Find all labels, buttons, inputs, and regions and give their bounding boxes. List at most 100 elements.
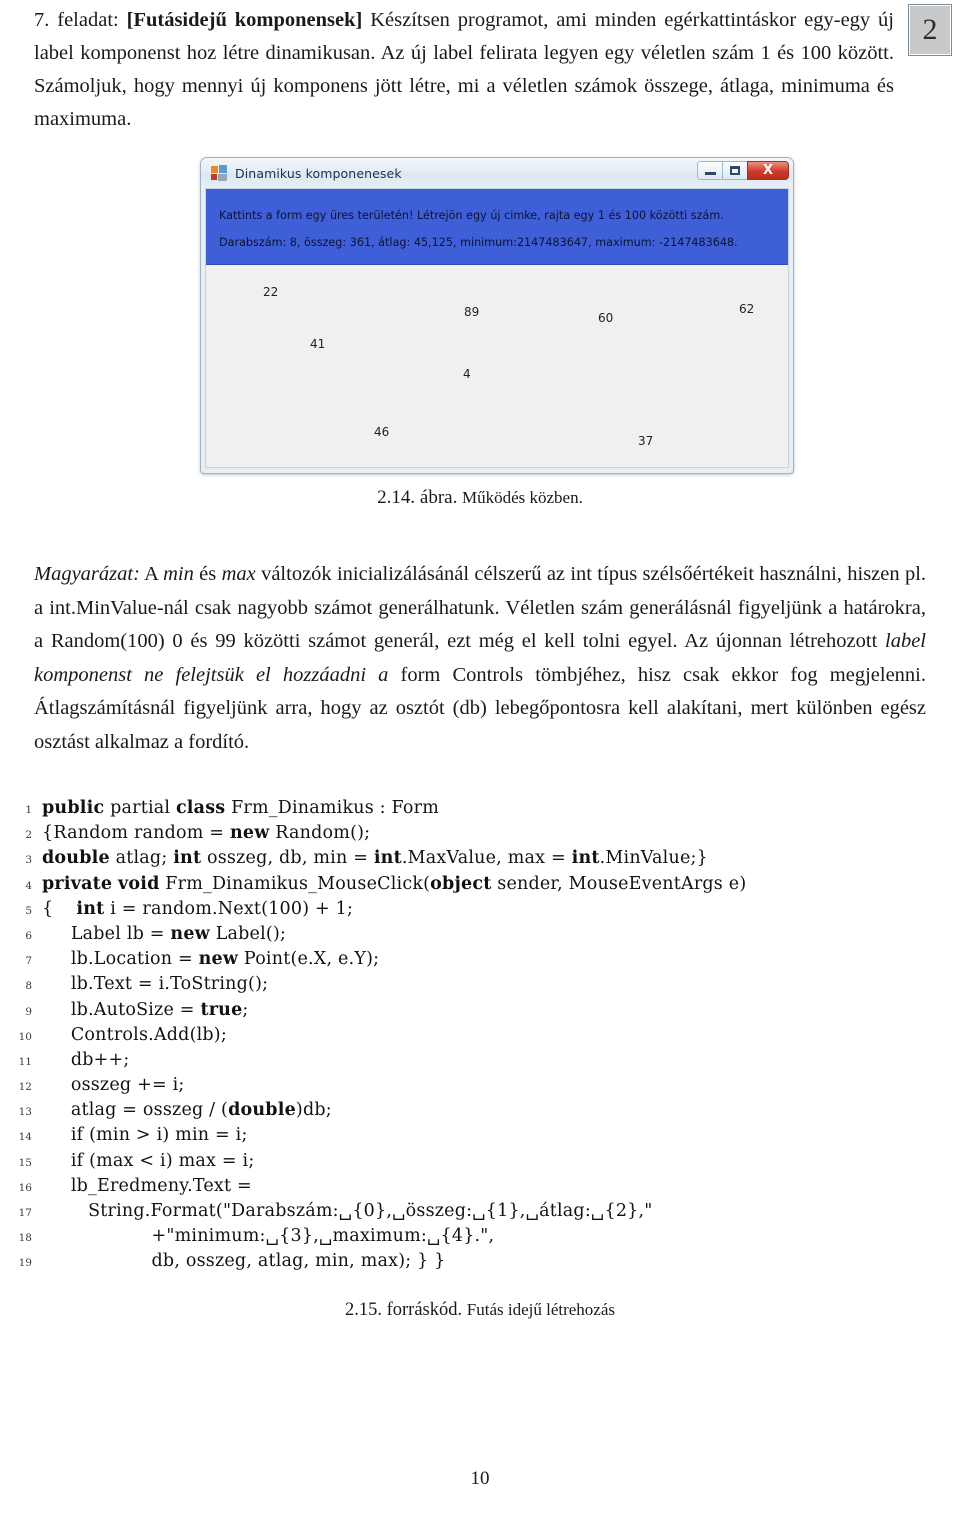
code-line-text: String.Format("Darabszám:␣{0},␣összeg:␣{…	[88, 1201, 653, 1221]
code-line-number: 5	[25, 904, 32, 917]
source-code-listing: 1 public partial class Frm_Dinamikus : Fo…	[0, 798, 960, 1277]
explanation-run: és	[193, 563, 222, 585]
window-titlebar[interactable]: Dinamikus komponenesek X	[201, 158, 793, 188]
code-line-number: 7	[25, 955, 32, 968]
code-line: 14 if (min > i) min = i;	[0, 1125, 960, 1150]
form-client-area[interactable]: Kattints a form egy üres területén! Létr…	[205, 188, 789, 468]
code-line-text: db, osszeg, atlag, min, max); } }	[151, 1251, 446, 1272]
code-line-number: 4	[25, 879, 32, 892]
dynamic-label: 60	[598, 311, 614, 325]
maximize-icon[interactable]	[722, 161, 748, 180]
code-line-text: double atlag; int osszeg, db, min = int.…	[42, 848, 708, 869]
dynamic-label-canvas[interactable]: 22 89 60 62 41 4 46 37	[206, 265, 788, 467]
window-title: Dinamikus komponenesek	[235, 165, 402, 181]
figure-caption-text: Működés közben.	[461, 488, 583, 507]
figure-caption: 2.14. ábra. Működés közben.	[0, 487, 960, 509]
code-line-text: db++;	[70, 1049, 130, 1070]
code-line: 18 +"minimum:␣{3},␣maximum:␣{4}.",	[0, 1226, 960, 1251]
statistics-text: Darabszám: 8, összeg: 361, átlag: 45,125…	[219, 236, 738, 249]
code-line-number: 3	[25, 854, 32, 867]
dynamic-label: 4	[463, 367, 471, 381]
chapter-number: 2	[922, 13, 938, 46]
code-line-number: 17	[18, 1207, 32, 1219]
code-line-text: lb.Text = i.ToString();	[70, 974, 269, 995]
page-number: 10	[470, 1468, 490, 1489]
code-line-number: 16	[18, 1181, 32, 1194]
explanation-run: min	[163, 563, 194, 585]
result-banner: Kattints a form egy üres területén! Létr…	[206, 189, 788, 265]
explanation-run: label	[885, 630, 926, 652]
code-line: 12 osszeg += i;	[0, 1075, 960, 1100]
code-line-number: 14	[18, 1131, 32, 1144]
code-line-number: 10	[18, 1030, 32, 1043]
code-line: 19 db, osszeg, atlag, min, max); } }	[0, 1251, 960, 1276]
code-line: 10 Controls.Add(lb);	[0, 1025, 960, 1050]
dynamic-label: 89	[464, 305, 480, 319]
code-line: 9 lb.AutoSize = true;	[0, 1000, 960, 1025]
code-line: 17 String.Format("Darabszám:␣{0},␣összeg…	[0, 1201, 960, 1226]
code-line-text: lb_Eredmeny.Text =	[70, 1175, 252, 1196]
code-line: 7 lb.Location = new Point(e.X, e.Y);	[0, 949, 960, 974]
dynamic-label: 46	[374, 425, 390, 439]
explanation-run: form Controls	[400, 663, 524, 686]
code-line-text: +"minimum:␣{3},␣maximum:␣{4}.",	[42, 1226, 495, 1247]
dynamic-label: 41	[310, 337, 326, 351]
code-line-text: {Random random = new Random();	[42, 823, 371, 844]
code-line: 4 private void Frm_Dinamikus_MouseClick(o…	[0, 874, 960, 899]
code-line-number: 13	[18, 1106, 32, 1119]
window-controls: X	[697, 161, 789, 180]
chapter-marker: 2	[908, 4, 952, 56]
code-line-text: lb.AutoSize = true;	[70, 999, 249, 1020]
code-line-number: 19	[18, 1257, 32, 1270]
task-number-label: 7. feladat:	[34, 9, 119, 31]
code-caption-number: 2.15. forráskód.	[344, 1300, 463, 1320]
minimize-icon[interactable]	[697, 161, 723, 180]
code-line-number: 1	[25, 804, 32, 816]
form-app-icon	[211, 165, 227, 181]
explanation-run: komponenst ne felejtsük el hozzáadni a	[34, 663, 401, 686]
code-line: 11 db++;	[0, 1050, 960, 1075]
code-line-text: Controls.Add(lb);	[70, 1024, 227, 1045]
code-line-text: Label lb = new Label();	[70, 923, 287, 944]
code-line-text: lb.Location = new Point(e.X, e.Y);	[70, 949, 380, 970]
code-line: 5 { int i = random.Next(100) + 1;	[0, 899, 960, 924]
explanation-run: A	[139, 563, 164, 585]
code-line-text: osszeg += i;	[70, 1075, 185, 1096]
code-line: 6 Label lb = new Label();	[0, 924, 960, 949]
code-line-number: 15	[18, 1156, 32, 1169]
code-line: 16 lb_Eredmeny.Text =	[0, 1176, 960, 1201]
code-line-text: if (max < i) max = i;	[70, 1150, 255, 1171]
code-line-text: atlag = osszeg / (double)db;	[70, 1100, 332, 1121]
dynamic-label: 37	[638, 434, 654, 448]
figure-caption-number: 2.14. ábra.	[377, 487, 458, 508]
close-icon[interactable]: X	[747, 161, 789, 180]
code-line-number: 11	[18, 1055, 32, 1068]
dynamic-label: 62	[739, 302, 755, 316]
task-title: [Futásidejű komponensek]	[126, 9, 363, 31]
code-line: 8 lb.Text = i.ToString();	[0, 974, 960, 999]
code-line-text: { int i = random.Next(100) + 1;	[42, 898, 354, 919]
code-line-text: public partial class Frm_Dinamikus : For…	[42, 798, 440, 818]
dynamic-label: 22	[263, 285, 279, 299]
code-line-number: 6	[25, 929, 32, 942]
instruction-text: Kattints a form egy üres területén! Létr…	[219, 209, 724, 222]
code-line: 15 if (max < i) max = i;	[0, 1151, 960, 1176]
code-line-text: private void Frm_Dinamikus_MouseClick(ob…	[42, 873, 747, 894]
code-line: 2 {Random random = new Random();	[0, 823, 960, 848]
code-line-number: 8	[25, 980, 32, 993]
code-line: 1 public partial class Frm_Dinamikus : Fo…	[0, 798, 960, 823]
explanation-lead: Magyarázat:	[34, 563, 140, 585]
code-caption-text: Futás idejű létrehozás	[466, 1300, 616, 1319]
code-line-number: 2	[25, 829, 32, 842]
code-line-number: 18	[18, 1232, 32, 1245]
code-line-number: 12	[18, 1081, 32, 1094]
code-line: 3 double atlag; int osszeg, db, min = int…	[0, 848, 960, 873]
code-line-text: if (min > i) min = i;	[70, 1125, 248, 1146]
task-statement: 7. feladat: [Futásidejű komponensek] Kés…	[34, 4, 894, 136]
form-window: Dinamikus komponenesek X Kattints a form…	[200, 157, 794, 474]
explanation-paragraph: Magyarázat: A min és max változók inicia…	[34, 558, 926, 759]
explanation-run: max	[221, 563, 256, 585]
code-caption: 2.15. forráskód. Futás idejű létrehozás	[0, 1300, 960, 1321]
code-line-number: 9	[25, 1005, 32, 1018]
code-line: 13 atlag = osszeg / (double)db;	[0, 1100, 960, 1125]
